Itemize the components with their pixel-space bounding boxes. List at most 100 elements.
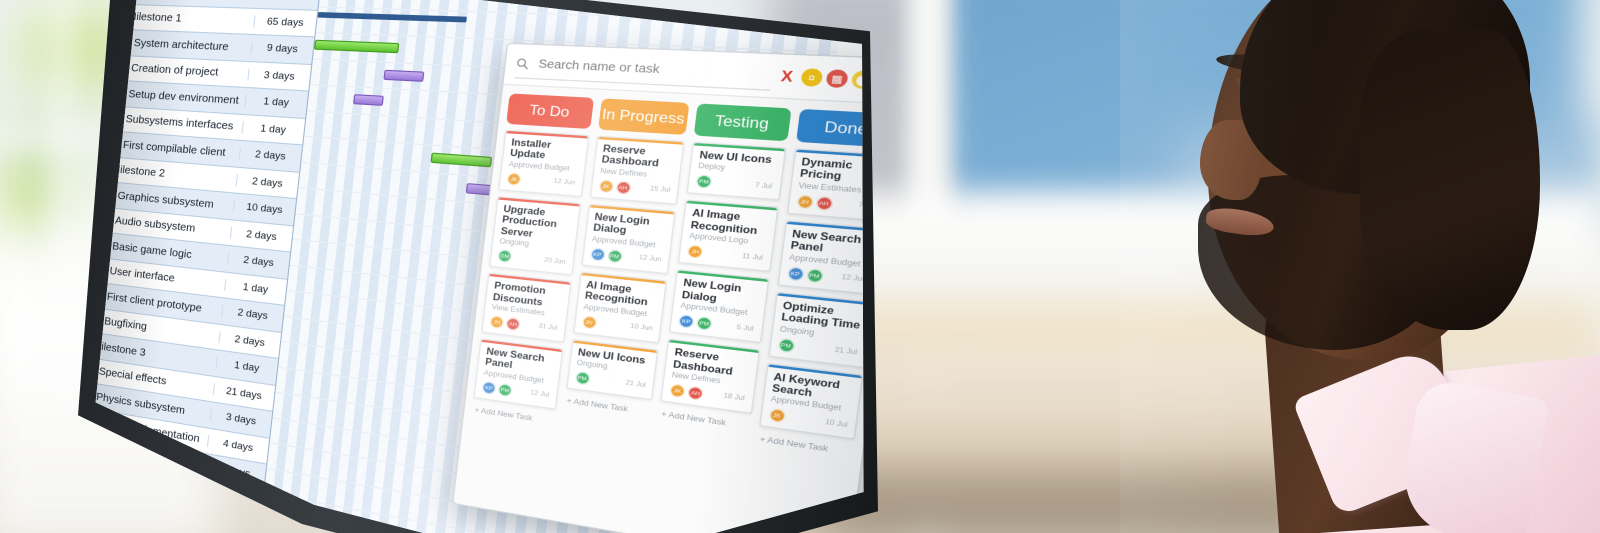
avatar[interactable]: JK	[597, 178, 614, 194]
avatar[interactable]: AH	[614, 180, 632, 195]
kanban-card[interactable]: Installer Update Approved Budget JK 12 Jun	[498, 129, 589, 197]
kanban-card[interactable]: AI Image Recognition Approved Budget JH 10 …	[572, 271, 668, 343]
avatar[interactable]: JK	[506, 172, 522, 186]
task-row-duration: 2 days	[235, 174, 299, 192]
task-row-duration: 1 day	[241, 121, 305, 138]
card-date: 11 Jul	[741, 252, 764, 263]
kanban-card[interactable]: New UI Icons Ongoing PM 21 Jul	[565, 338, 659, 401]
card-footer: DM 20 Jun	[497, 249, 566, 269]
task-row-duration: 2 days	[221, 305, 284, 325]
task-row-name: Subsystems interfaces	[125, 112, 235, 134]
kanban-column-header[interactable]: To Do	[506, 93, 594, 130]
task-row-duration: 1 day	[215, 357, 278, 378]
task-row-name: Milestone 1	[127, 10, 183, 26]
task-row-duration: 2 days	[229, 226, 293, 245]
hair-side	[1360, 30, 1540, 330]
task-row-duration: 3 days	[247, 68, 311, 84]
kanban-column-header[interactable]: In Progress	[597, 98, 690, 135]
avatar[interactable]: JH	[686, 244, 704, 260]
kanban-columns-container: To Do Installer Update Approved Budget JK 12…	[454, 85, 864, 533]
card-footer: PM 7 Jul	[695, 174, 773, 194]
avatar[interactable]: KP	[589, 246, 606, 262]
task-row-name: Milestone 4	[78, 512, 128, 533]
card-footer: JK 12 Jun	[506, 172, 575, 190]
card-footer: KP PM 12 Jun	[589, 246, 662, 267]
card-date: 20 Jun	[543, 256, 566, 266]
avatar[interactable]: JK	[669, 383, 686, 399]
task-row-name: Creation of project	[130, 61, 219, 80]
kanban-column-header[interactable]: Testing	[693, 103, 791, 142]
card-title: Upgrade Production Server	[500, 203, 558, 239]
card-date: 12 Jun	[638, 254, 662, 265]
task-row-number: 12	[78, 261, 85, 274]
avatar[interactable]: JK	[767, 407, 786, 424]
clear-search-icon[interactable]: X	[780, 67, 794, 85]
kanban-card[interactable]: Upgrade Production Server Ongoing DM 20 Jun	[489, 195, 581, 276]
card-date: 21 Jul	[834, 346, 858, 358]
kanban-card[interactable]: AI Image Recognition Approved Logo JH 11 Ju…	[677, 199, 779, 273]
task-row-number: 14	[78, 310, 85, 324]
task-row[interactable]: 22Milestone 42 days	[78, 500, 258, 533]
avatar[interactable]: AH	[505, 316, 521, 332]
task-row-duration: 10 days	[232, 200, 296, 218]
shirt-collar-right	[1395, 377, 1551, 533]
task-row-number: 13	[78, 286, 83, 299]
card-footer: JH 11 Jul	[686, 244, 764, 266]
task-row-duration: 4 days	[206, 434, 269, 457]
card-date: 21 Jul	[625, 380, 647, 391]
card-date: 5 Jul	[736, 323, 755, 333]
search-field-wrapper[interactable]	[514, 50, 775, 91]
task-row-duration: 2 days	[218, 331, 281, 352]
avatar[interactable]: PM	[497, 382, 513, 398]
user-icon[interactable]: •	[877, 71, 878, 90]
avatar[interactable]: KP	[677, 313, 695, 330]
task-row-number: 16	[78, 360, 79, 374]
kanban-card[interactable]: New Search Panel Approved Budget KP PM 12 Ju…	[473, 338, 563, 410]
kanban-card[interactable]: Reserve Dashboard New Defines JK AH 15 Jul	[589, 135, 685, 205]
gantt-bar[interactable]	[352, 94, 384, 106]
avatar[interactable]: KP	[481, 380, 497, 395]
card-date: 15 Jul	[649, 185, 671, 195]
avatar[interactable]: PM	[606, 248, 623, 264]
task-row-name: First compilable client	[122, 138, 227, 159]
avatar[interactable]: JH	[581, 314, 598, 330]
kanban-board-window[interactable]: X ¤▦⬤• To DoInstaller UpdateApproved Bud…	[452, 42, 878, 533]
kanban-card[interactable]: Reserve Dashboard New Defines JK AH 18 Jul	[660, 338, 760, 414]
task-row-name: Performance optimization	[85, 489, 200, 525]
task-row-duration: 2 days	[238, 147, 302, 165]
kanban-card[interactable]: New Login Dialog Approved Budget KP PM 5 Jul	[668, 269, 769, 344]
kanban-card[interactable]: Optimize Loading Time Ongoing PM 21 Jul	[767, 291, 864, 368]
task-row-number: 15	[78, 335, 82, 349]
avatar[interactable]: PM	[805, 267, 824, 284]
task-row-duration: 21 days	[212, 383, 275, 405]
task-row-number: 11	[78, 236, 88, 249]
avatar[interactable]: AH	[814, 195, 833, 211]
avatar[interactable]: PM	[574, 370, 591, 386]
task-row[interactable]: 23Launchcher12 days	[95, 525, 255, 533]
card-date: 7 Jul	[754, 182, 773, 191]
kanban-card[interactable]: AI Keyword Search Approved Budget JK 10 Jul	[758, 362, 864, 441]
kanban-card[interactable]: New UI Icons Deploy PM 7 Jul	[686, 141, 786, 202]
kanban-card[interactable]: New Login Dialog Approved Budget KP PM 12 Ju…	[580, 203, 676, 274]
calculator-icon[interactable]: ▦	[825, 69, 849, 89]
avatar[interactable]: PM	[777, 337, 795, 353]
person-viewing-monitor	[1120, 0, 1600, 533]
avatar[interactable]: AH	[686, 385, 704, 401]
avatar[interactable]: KP	[786, 265, 805, 282]
coin-icon[interactable]: ¤	[800, 68, 824, 87]
task-row-number: 10	[78, 211, 91, 224]
avatar[interactable]: JH	[795, 194, 814, 210]
task-row-duration: 3 days	[209, 408, 272, 431]
kanban-card[interactable]: Promotion Discounts View Estimates JH AH 31 …	[481, 272, 571, 343]
card-date: 12 Jul	[529, 389, 550, 400]
avatar[interactable]: PM	[695, 315, 713, 332]
card-date: 10 Jun	[629, 323, 654, 333]
avatar[interactable]: DM	[497, 249, 513, 264]
card-date: 10 Jul	[824, 418, 848, 430]
gantt-bar[interactable]	[383, 69, 425, 82]
window-mullion-vertical	[55, 0, 71, 410]
task-row-name: Profiling	[87, 465, 126, 485]
search-input[interactable]	[535, 56, 774, 84]
avatar[interactable]: JH	[489, 314, 505, 330]
avatar[interactable]: PM	[695, 174, 713, 190]
